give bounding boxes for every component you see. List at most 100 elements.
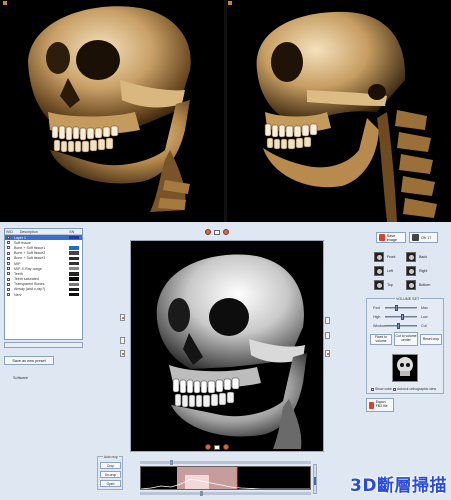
autocut-checkbox[interactable]: Autocut orthographic view — [393, 387, 436, 391]
cut-to-volume-center-button[interactable]: Cut to volume center — [394, 332, 418, 346]
rotate-left-bottom-icon[interactable] — [205, 444, 211, 450]
rotate-up-icon[interactable] — [120, 314, 125, 321]
rotate-value-box[interactable] — [214, 229, 220, 235]
save-as-new-preset-button[interactable]: Save as new preset — [4, 356, 54, 365]
layer-color-swatch[interactable] — [69, 246, 79, 250]
layer-visibility-checkbox[interactable] — [7, 267, 10, 271]
layer-row[interactable]: Nerv — [5, 292, 82, 297]
rotate-value-box-bottom[interactable] — [214, 444, 220, 450]
view-back-icon[interactable] — [406, 252, 416, 262]
side-slider-left[interactable] — [120, 337, 125, 344]
layer-color-swatch[interactable] — [69, 272, 79, 276]
slider-track[interactable] — [385, 305, 417, 311]
side-slider-right-top[interactable] — [325, 317, 330, 324]
crop-button[interactable]: Crop — [100, 462, 121, 469]
histogram-top-slider[interactable] — [140, 460, 311, 465]
slider-thumb[interactable] — [396, 323, 400, 329]
slider-knob[interactable] — [200, 491, 203, 496]
checkbox-box[interactable] — [393, 387, 396, 391]
rotate-left-icon[interactable] — [205, 229, 211, 235]
volume-settings-panel: VOLUME SET Fwd Max High Low Window Cut Fixed … — [366, 297, 444, 394]
auto-crop-group: Auto crop Crop Un-crop Open — [97, 455, 123, 490]
layer-visibility-checkbox[interactable] — [7, 236, 10, 240]
layer-color-swatch[interactable] — [69, 287, 79, 292]
volume-render-right[interactable] — [227, 0, 451, 222]
main-3d-viewport[interactable] — [130, 240, 324, 452]
layer-color-swatch[interactable] — [69, 261, 79, 266]
view-back-label: Back — [419, 255, 427, 259]
layer-color-swatch[interactable] — [69, 292, 79, 297]
export-fbx-button[interactable]: Export FBX file — [366, 398, 394, 412]
app-root: IVID Description SN Layer 1 Soft tissue Bo… — [0, 0, 451, 500]
rotate-right-icon[interactable] — [223, 229, 229, 235]
slider-track[interactable] — [385, 314, 417, 320]
fixed-to-volume-button[interactable]: Fixed to volume — [370, 334, 392, 345]
histogram-bottom-slider[interactable] — [140, 491, 311, 496]
slider-right-label: Low — [421, 315, 428, 319]
export-top-button[interactable]: Oh 17 — [409, 232, 438, 243]
layer-color-swatch[interactable] — [69, 241, 79, 245]
show-cube-checkbox[interactable]: Show cube — [371, 387, 392, 391]
slider-thumb[interactable] — [400, 314, 404, 320]
reset-crop-button[interactable]: Reset crop — [420, 334, 442, 345]
layer-color-swatch[interactable] — [69, 251, 79, 255]
column-header-sn[interactable]: SN — [68, 230, 82, 234]
preset-layer-list[interactable]: IVID Description SN Layer 1 Soft tissue Bo… — [4, 228, 83, 340]
open-button[interactable]: Open — [100, 480, 121, 487]
snapshot-button[interactable]: Save image — [376, 232, 406, 243]
software-label: Software — [13, 376, 28, 380]
column-header-ivid[interactable]: IVID — [5, 230, 19, 234]
layer-color-swatch[interactable] — [69, 277, 79, 281]
scroll-thumb[interactable] — [314, 477, 316, 485]
layer-list-scrollbar[interactable] — [4, 342, 83, 348]
layer-visibility-checkbox[interactable] — [7, 262, 10, 266]
layer-name: Bone + Soft tissue1 — [14, 245, 46, 250]
rotate-down-icon[interactable] — [120, 350, 125, 357]
volume-slider-row: High Low — [373, 314, 439, 320]
layer-visibility-checkbox[interactable] — [7, 246, 10, 250]
pane-marker — [228, 1, 232, 5]
skull-thumbnail-icon — [397, 357, 413, 376]
layer-color-swatch[interactable] — [69, 266, 79, 271]
slider-track[interactable] — [385, 323, 417, 329]
slider-thumb[interactable] — [395, 305, 399, 311]
autocut-label: Autocut orthographic view — [397, 387, 437, 391]
rotate-right-side-icon[interactable] — [325, 350, 330, 357]
rotate-bottom-controls — [205, 444, 229, 450]
layer-visibility-checkbox[interactable] — [7, 282, 10, 286]
view-right-icon[interactable] — [406, 266, 416, 276]
skull-render-left — [28, 6, 191, 212]
slider-right-label: Cut — [421, 324, 427, 328]
view-bottom-label: Bottom — [419, 283, 431, 287]
view-bottom-icon[interactable] — [406, 280, 416, 290]
layer-visibility-checkbox[interactable] — [7, 241, 10, 245]
view-top-icon[interactable] — [374, 280, 384, 290]
export-icon — [369, 401, 374, 409]
layer-visibility-checkbox[interactable] — [7, 277, 10, 281]
film-icon — [412, 234, 419, 241]
intensity-histogram[interactable] — [140, 466, 311, 490]
checkbox-box[interactable] — [371, 387, 374, 391]
view-front-label: Front — [387, 255, 396, 259]
uncrop-button[interactable]: Un-crop — [100, 471, 121, 478]
rotate-right-bottom-icon[interactable] — [223, 444, 229, 450]
layer-visibility-checkbox[interactable] — [7, 272, 10, 276]
layer-visibility-checkbox[interactable] — [7, 256, 10, 260]
layer-color-swatch[interactable] — [69, 235, 79, 240]
volume-slider-row: Window Cut — [373, 323, 439, 329]
volume-render-left[interactable] — [0, 0, 224, 222]
layer-color-swatch[interactable] — [69, 256, 79, 261]
rotate-top-controls — [205, 229, 229, 235]
layer-visibility-checkbox[interactable] — [7, 287, 10, 291]
layer-color-swatch[interactable] — [69, 282, 79, 287]
layer-visibility-checkbox[interactable] — [7, 293, 10, 297]
column-header-description[interactable]: Description — [19, 230, 68, 234]
layer-visibility-checkbox[interactable] — [7, 251, 10, 255]
view-left-icon[interactable] — [374, 266, 384, 276]
layer-name: Nerv — [14, 292, 22, 297]
slider-knob[interactable] — [170, 460, 173, 465]
histogram-scrollbar[interactable] — [313, 464, 317, 494]
layer-name: Transparent Bones — [14, 282, 45, 287]
side-slider-right[interactable] — [325, 332, 330, 339]
view-front-icon[interactable] — [374, 252, 384, 262]
